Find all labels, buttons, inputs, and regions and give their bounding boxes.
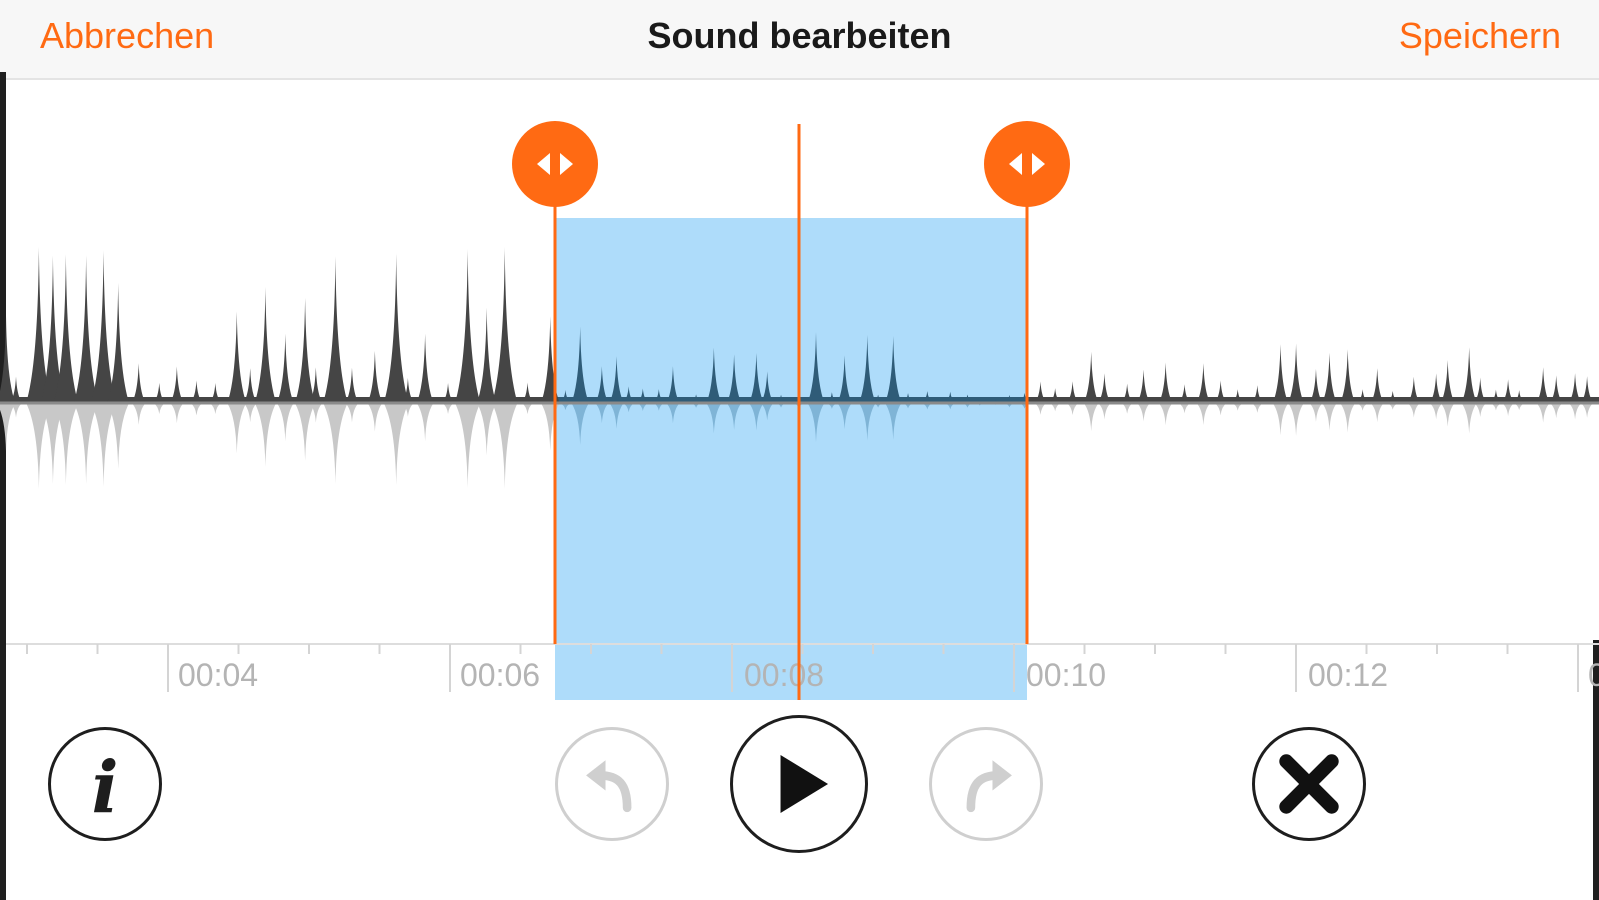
waveform-mirror-peak xyxy=(1158,403,1173,426)
sound-editor[interactable]: 00:04 00:06 00:08 00:10 00:12 0 xyxy=(0,80,1599,700)
waveform-mirror-peak xyxy=(1568,403,1582,420)
waveform-mirror-peak xyxy=(491,403,518,489)
undo-icon xyxy=(586,760,632,813)
waveform-mirror-peak xyxy=(323,403,348,484)
waveform-peak xyxy=(1440,359,1455,403)
tick-label: 00:08 xyxy=(744,657,824,693)
waveform-peak xyxy=(1321,352,1337,403)
waveform-mirror-peak xyxy=(170,403,184,424)
tick-label: 00:12 xyxy=(1308,657,1388,693)
tick-label: 00:10 xyxy=(1026,657,1106,693)
waveform-mirror-peak xyxy=(1066,403,1079,415)
navigation-bar: Abbrechen Sound bearbeiten Speichern xyxy=(0,0,1599,80)
cancel-button[interactable]: Abbrechen xyxy=(40,14,214,58)
waveform-mirror-peak xyxy=(1461,403,1477,434)
waveform-mirror-peak xyxy=(416,403,434,442)
waveform-mirror-peak xyxy=(227,403,247,454)
waveform-mirror-peak xyxy=(1536,403,1550,423)
play-icon xyxy=(780,754,829,814)
waveform-peak xyxy=(227,311,247,403)
page-title: Sound bearbeiten xyxy=(647,15,952,56)
waveform-mirror-peak xyxy=(0,403,16,451)
waveform-mirror-peak xyxy=(345,403,359,423)
waveform-mirror-peak xyxy=(1272,403,1289,436)
waveform-mirror-peak xyxy=(153,403,166,415)
redo-icon xyxy=(966,760,1012,813)
waveform-mirror-peak xyxy=(1549,403,1563,419)
waveform-mirror-peak xyxy=(1473,403,1487,418)
waveform-peak xyxy=(323,256,348,403)
waveform-peak xyxy=(254,287,277,403)
waveform-mirror-peak xyxy=(254,403,277,467)
waveform-peak xyxy=(1461,347,1477,403)
tick-label: 00:04 xyxy=(178,657,258,693)
waveform-mirror-peak xyxy=(1214,403,1227,416)
waveform-peak xyxy=(491,246,518,403)
save-button[interactable]: Speichern xyxy=(1399,14,1561,58)
waveform-mirror-peak xyxy=(1501,403,1515,417)
waveform-peak xyxy=(1083,351,1099,403)
waveform-peak xyxy=(367,350,383,403)
waveform-peak xyxy=(1272,344,1289,403)
waveform-mirror-peak xyxy=(1340,403,1356,433)
waveform-mirror-peak xyxy=(1034,403,1047,415)
close-button[interactable] xyxy=(1252,727,1366,841)
waveform-peak xyxy=(1340,349,1356,403)
waveform-mirror-peak xyxy=(1136,403,1151,422)
waveform-mirror-peak xyxy=(383,403,409,486)
waveform-mirror-peak xyxy=(209,403,222,415)
waveform-mirror-peak xyxy=(1370,403,1384,423)
waveform-mirror-peak xyxy=(276,403,294,442)
waveform-mirror-peak xyxy=(1580,403,1594,418)
waveform-peak xyxy=(1288,343,1305,403)
waveform-peak xyxy=(276,333,294,403)
waveform-peak xyxy=(73,255,99,403)
info-button[interactable]: i xyxy=(48,727,162,841)
waveform-mirror-peak xyxy=(476,403,497,456)
waveform-mirror-peak xyxy=(1407,403,1421,418)
waveform-peak xyxy=(0,315,16,403)
info-icon: i xyxy=(91,745,118,829)
svg-text:i: i xyxy=(91,745,118,829)
waveform-peak xyxy=(294,297,316,403)
tick-label: 00:06 xyxy=(460,657,540,693)
waveform-mirror-peak xyxy=(1288,403,1305,436)
waveform-mirror-peak xyxy=(367,403,383,432)
waveform-peak xyxy=(454,249,481,403)
waveform-mirror-peak xyxy=(1429,403,1443,420)
waveform-mirror-peak xyxy=(1097,403,1111,420)
waveform-mirror-peak xyxy=(73,403,99,485)
waveform-mirror-peak xyxy=(1321,403,1337,431)
waveform-mirror-peak xyxy=(294,403,316,461)
waveform-mirror-peak xyxy=(1309,403,1323,422)
waveform-mirror-peak xyxy=(243,403,257,423)
waveform-mirror-peak xyxy=(131,403,146,425)
waveform-peak xyxy=(476,307,497,403)
waveform-mirror-peak xyxy=(1121,403,1134,414)
waveform-mirror-peak xyxy=(1440,403,1455,427)
waveform-peak xyxy=(416,333,434,403)
waveform-mirror-peak xyxy=(1083,403,1099,432)
redo-button[interactable] xyxy=(929,727,1043,841)
waveform-peak xyxy=(1158,362,1173,403)
waveform-peak xyxy=(383,253,409,403)
waveform-mirror-peak xyxy=(190,403,203,416)
waveform-mirror-peak xyxy=(442,403,455,415)
tick-label: 0 xyxy=(1588,657,1599,693)
selection-region[interactable] xyxy=(555,218,1027,700)
waveform-mirror-peak xyxy=(1196,403,1211,425)
waveform-mirror-peak xyxy=(1178,403,1191,414)
waveform-mirror-peak xyxy=(521,403,534,415)
close-icon xyxy=(1279,754,1339,814)
undo-button[interactable] xyxy=(555,727,669,841)
play-button[interactable] xyxy=(730,715,868,853)
waveform-mirror-peak xyxy=(454,403,481,488)
